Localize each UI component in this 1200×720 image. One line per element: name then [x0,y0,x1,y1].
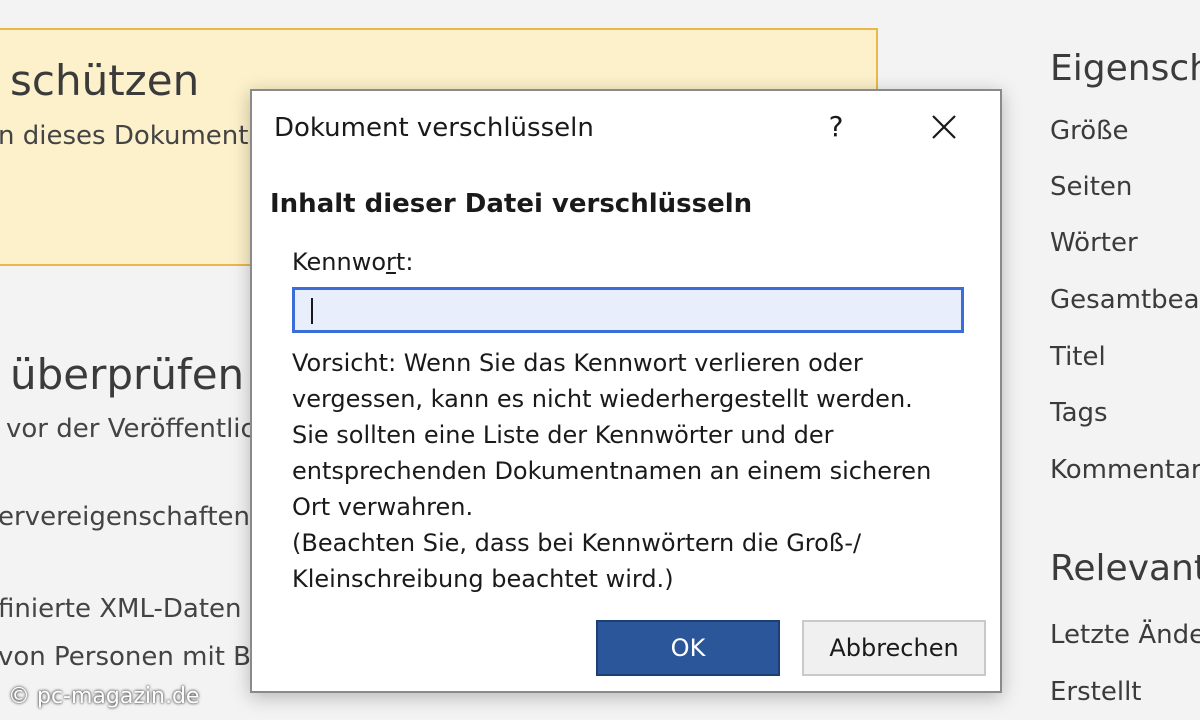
password-label-text: Kennwo [292,248,387,276]
inspect-item-server-properties: ervereigenschaften [0,502,251,532]
property-words-label: Wörter [1050,228,1138,258]
text-caret [311,298,313,324]
watermark: © pc-magazin.de [8,684,200,709]
password-label-suffix: t: [395,248,414,276]
properties-heading: Eigenscha [1050,48,1200,89]
dialog-title: Dokument verschlüsseln [274,113,594,143]
property-total-editing-label: Gesamtbear [1050,285,1200,315]
ok-button[interactable]: OK [596,620,780,676]
protect-section-description: n dieses Dokuments [0,121,263,151]
warning-line: (Beachten Sie, dass bei Kennwörtern die … [292,529,862,557]
property-size-label: Größe [1050,116,1129,146]
help-button[interactable]: ? [818,107,854,147]
close-button[interactable] [924,107,964,147]
close-icon [932,115,956,139]
section-title: Inhalt dieser Datei verschlüsseln [270,189,753,219]
cancel-button[interactable]: Abbrechen [802,620,986,676]
property-tags-label: Tags [1050,398,1108,428]
property-comments-label: Kommentar [1050,455,1200,485]
inspect-section-title: überprüfen [10,350,245,399]
property-pages-label: Seiten [1050,172,1133,202]
property-title-label: Titel [1050,342,1106,372]
encrypt-document-dialog: Dokument verschlüsseln ? Inhalt dieser D… [250,89,1002,693]
inspect-item-persons: von Personen mit B [0,642,251,672]
password-label-accelerator: r [386,248,396,276]
inspect-item-xml-data: finierte XML-Daten [0,594,242,624]
warning-text: Vorsicht: Wenn Sie das Kennwort verliere… [292,345,982,597]
password-input[interactable] [292,287,964,333]
related-dates-heading: Relevante [1050,548,1200,589]
warning-line: Vorsicht: Wenn Sie das Kennwort verliere… [292,349,863,377]
warning-line: Sie sollten eine Liste der Kennwörter un… [292,421,834,449]
password-label: Kennwort: [292,248,413,276]
warning-line: vergessen, kann es nicht wiederhergestel… [292,385,913,413]
protect-section-title: schützen [10,56,200,105]
inspect-section-description: vor der Veröffentlic [6,414,255,444]
property-last-modified-label: Letzte Ände [1050,620,1200,650]
property-created-label: Erstellt [1050,677,1142,707]
warning-line: Kleinschreibung beachtet wird.) [292,565,674,593]
warning-line: Ort verwahren. [292,493,474,521]
warning-line: entsprechenden Dokumentnamen an einem si… [292,457,932,485]
